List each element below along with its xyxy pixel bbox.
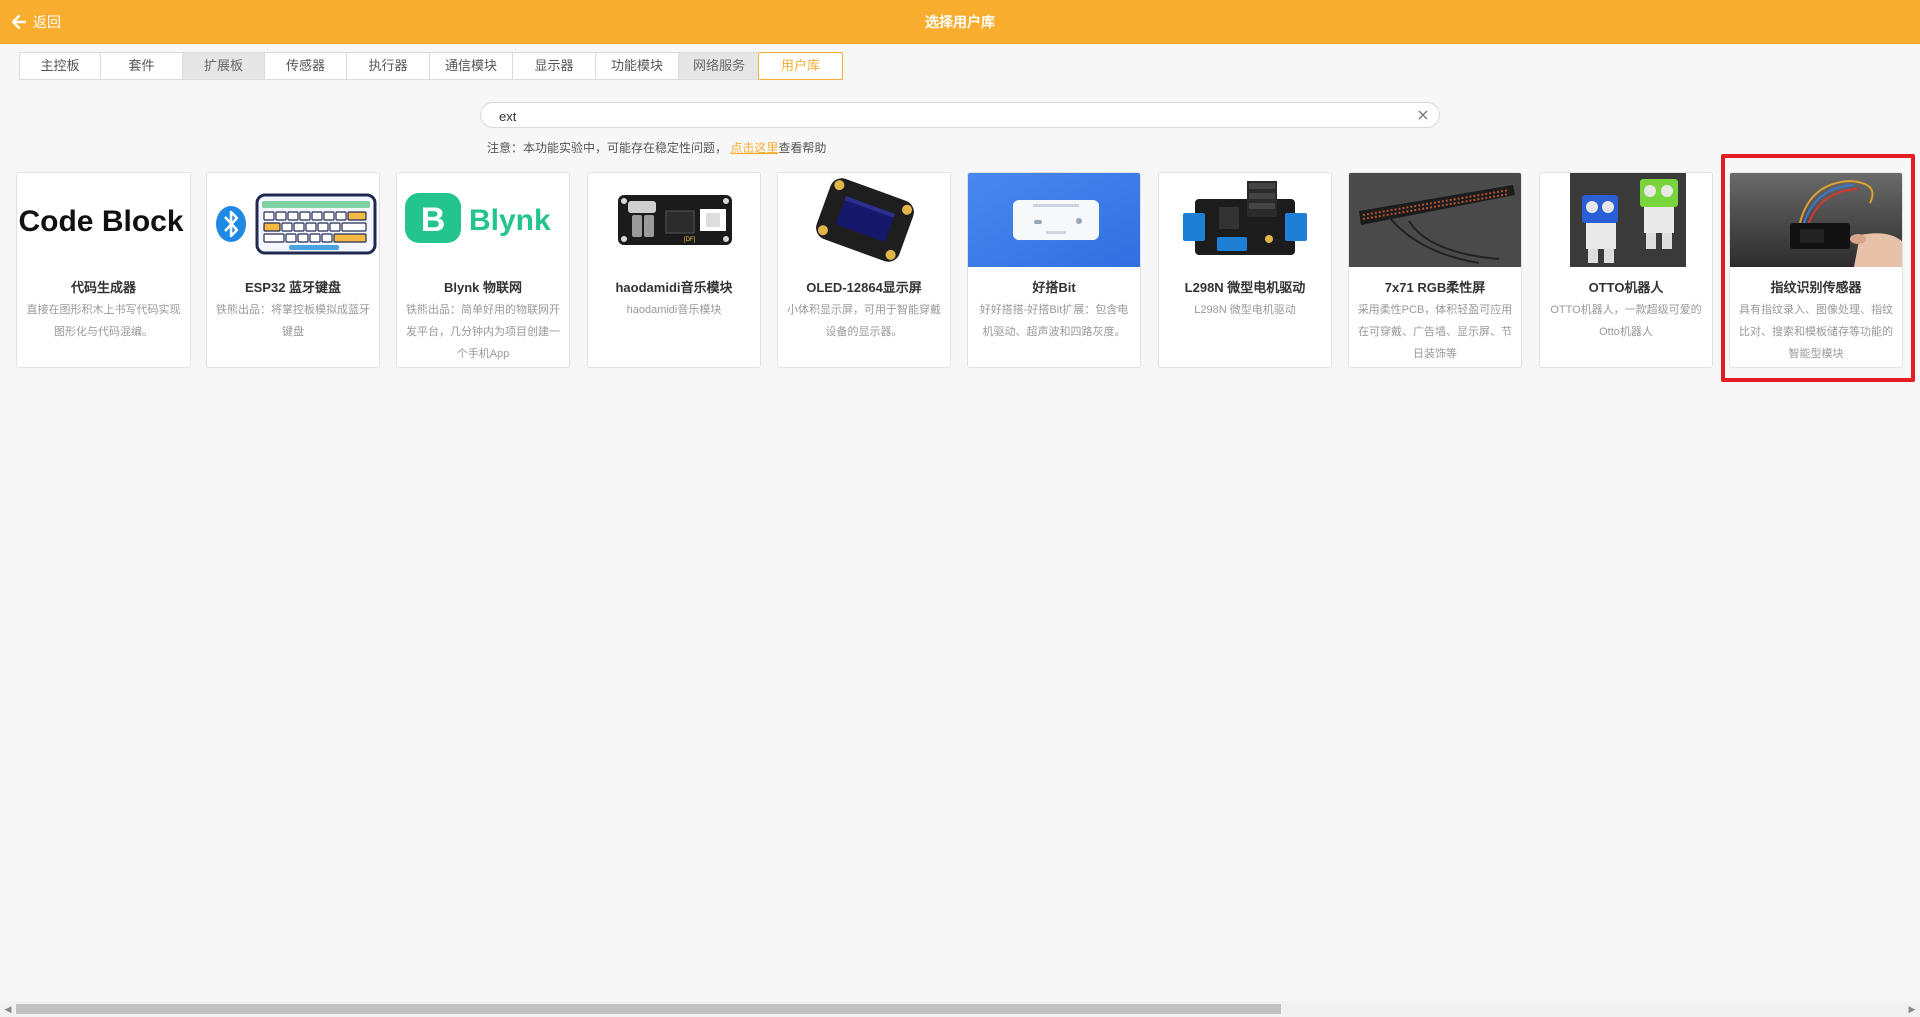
tab-sensors[interactable]: 传感器	[264, 52, 346, 80]
library-card-haodamidi[interactable]: [DF] haodamidi音乐模块 haodamidi音乐模块	[587, 172, 761, 368]
library-card-blynk[interactable]: B Blynk Blynk 物联网 铁熊出品：简单好用的物联网开发平台，几分钟内…	[396, 172, 570, 368]
card-title: 7x71 RGB柔性屏	[1384, 280, 1486, 295]
scroll-right-icon[interactable]: ▶	[1904, 1001, 1920, 1017]
tab-kits[interactable]: 套件	[100, 52, 182, 80]
tab-displays[interactable]: 显示器	[512, 52, 595, 80]
card-title: 好搭Bit	[1032, 280, 1076, 295]
library-card-code-generator[interactable]: Code Block 代码生成器 直接在图形积木上书写代码实现图形化与代码混编。	[16, 172, 191, 368]
search-input[interactable]	[497, 106, 1401, 126]
notice-prefix: 注意：本功能实验中，可能存在稳定性问题，	[487, 141, 728, 155]
card-title: 指纹识别传感器	[1770, 280, 1862, 295]
card-desc: L298N 微型电机驱动	[1194, 304, 1296, 316]
card-title: Blynk 物联网	[443, 280, 522, 295]
notice-suffix: 查看帮助	[778, 141, 827, 155]
library-card-esp32-keyboard[interactable]: ESP32 蓝牙键盘 铁熊出品：将掌控板模拟成蓝牙键盘	[206, 172, 380, 368]
tab-expansion-board[interactable]: 扩展板	[182, 52, 264, 80]
card-title: OTTO机器人	[1588, 280, 1664, 295]
card-desc: haodamidi音乐模块	[626, 304, 722, 316]
library-card-otto[interactable]: OTTO机器人 OTTO机器人，一款超级可爱的Otto机器人	[1539, 172, 1713, 368]
midi-module-image: [DF]	[588, 173, 760, 267]
category-tabs: 主控板 套件 扩展板 传感器 执行器 通信模块 显示器 功能模块 网络服务 用户…	[19, 52, 843, 80]
library-card-rgb-flexible[interactable]: 7x71 RGB柔性屏 采用柔性PCB，体积轻盈可应用在可穿戴、广告墙、显示屏、…	[1348, 172, 1522, 368]
scroll-left-icon[interactable]: ◀	[0, 1001, 16, 1017]
card-desc: 采用柔性PCB，体积轻盈可应用在可穿戴、广告墙、显示屏、节日装饰等	[1357, 304, 1513, 360]
library-card-oled[interactable]: OLED-12864显示屏 小体积显示屏，可用于智能穿戴设备的显示器。	[777, 172, 951, 368]
search-box	[480, 102, 1440, 128]
bluetooth-keyboard-image	[207, 173, 379, 267]
notice-text: 注意：本功能实验中，可能存在稳定性问题， 点击这里查看帮助	[487, 139, 826, 156]
tab-network-services[interactable]: 网络服务	[678, 52, 759, 80]
library-grid: Code Block 代码生成器 直接在图形积木上书写代码实现图形化与代码混编。	[0, 172, 1920, 372]
back-arrow-icon	[12, 15, 26, 29]
card-desc: 小体积显示屏，可用于智能穿戴设备的显示器。	[787, 304, 941, 338]
otto-robot-image	[1540, 173, 1712, 267]
scrollbar-thumb[interactable]	[16, 1004, 1281, 1014]
horizontal-scrollbar[interactable]: ◀ ▶	[0, 1001, 1920, 1017]
help-link[interactable]: 点击这里	[730, 141, 778, 155]
card-title: OLED-12864显示屏	[806, 280, 922, 295]
motor-driver-image	[1159, 173, 1331, 267]
card-title: ESP32 蓝牙键盘	[244, 280, 342, 295]
card-desc: 好好搭搭-好搭Bit扩展：包含电机驱动、超声波和四路灰度。	[979, 304, 1129, 338]
tab-actuators[interactable]: 执行器	[346, 52, 429, 80]
card-desc: OTTO机器人，一款超级可爱的Otto机器人	[1550, 304, 1702, 338]
tab-main-board[interactable]: 主控板	[19, 52, 100, 80]
card-desc: 具有指纹录入、图像处理、指纹比对、搜索和模板储存等功能的智能型模块	[1739, 304, 1893, 360]
back-button[interactable]: 返回	[12, 0, 61, 44]
back-label: 返回	[33, 14, 61, 30]
svg-text:[DF]: [DF]	[684, 237, 696, 243]
card-title: L298N 微型电机驱动	[1184, 280, 1306, 295]
blynk-logo-letter: B	[421, 201, 446, 239]
blynk-logo-text: Blynk	[469, 204, 551, 237]
tab-user-library[interactable]: 用户库	[758, 52, 843, 80]
card-title: haodamidi音乐模块	[615, 280, 733, 295]
blynk-logo: B Blynk	[397, 173, 569, 267]
library-card-l298n[interactable]: L298N 微型电机驱动 L298N 微型电机驱动	[1158, 172, 1332, 368]
top-bar: 返回 选择用户库	[0, 0, 1920, 44]
card-desc: 铁熊出品：将掌控板模拟成蓝牙键盘	[216, 304, 370, 338]
code-block-logo: Code Block	[17, 173, 190, 267]
card-desc: 铁熊出品：简单好用的物联网开发平台，几分钟内为项目创建一个手机App	[406, 304, 560, 360]
oled-display-image	[778, 173, 950, 267]
flexible-led-strip-image	[1349, 173, 1521, 267]
library-card-haoda-bit[interactable]: 好搭Bit 好好搭搭-好搭Bit扩展：包含电机驱动、超声波和四路灰度。	[967, 172, 1141, 368]
clear-icon[interactable]	[1416, 108, 1430, 122]
page-title: 选择用户库	[925, 14, 995, 30]
tab-function-modules[interactable]: 功能模块	[595, 52, 678, 80]
tab-communication[interactable]: 通信模块	[429, 52, 512, 80]
library-card-fingerprint[interactable]: 指纹识别传感器 具有指纹录入、图像处理、指纹比对、搜索和模板储存等功能的智能型模…	[1729, 172, 1903, 368]
code-block-logo-text: Code Block	[18, 205, 183, 238]
fingerprint-sensor-image	[1730, 173, 1902, 267]
card-title: 代码生成器	[70, 280, 136, 295]
haoda-board-image	[968, 173, 1140, 267]
card-desc: 直接在图形积木上书写代码实现图形化与代码混编。	[26, 304, 181, 338]
